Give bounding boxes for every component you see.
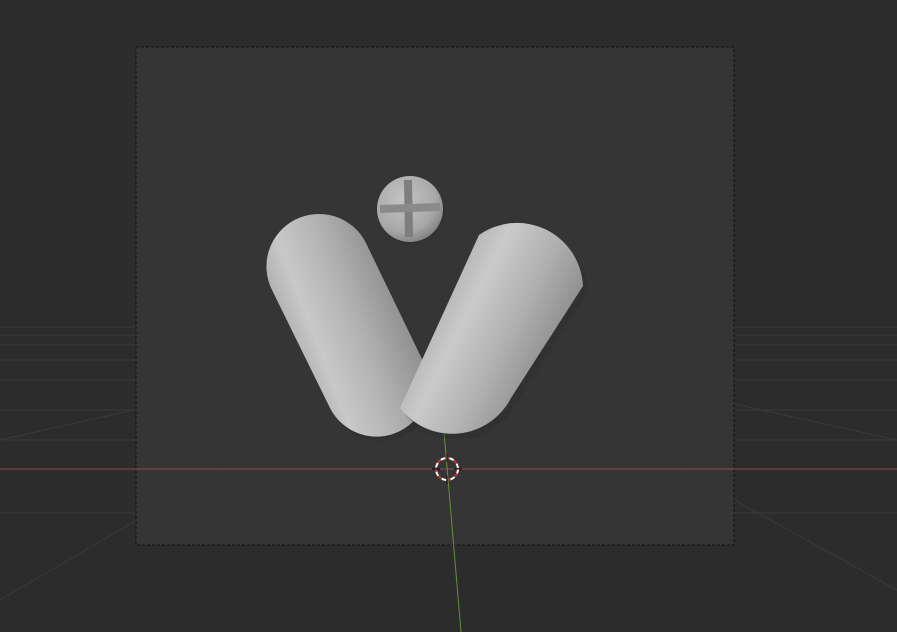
- camera-frame: [135, 46, 735, 546]
- 3d-viewport[interactable]: [0, 0, 897, 632]
- viewport-scene[interactable]: [0, 0, 897, 632]
